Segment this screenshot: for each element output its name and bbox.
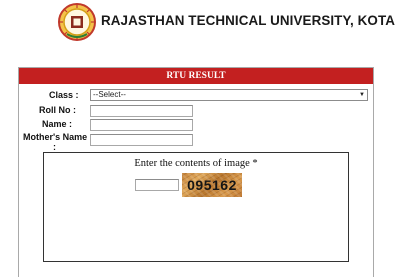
form-title: RTU RESULT [19,68,373,84]
captcha-image: 095162 [182,173,242,197]
university-title: RAJASTHAN TECHNICAL UNIVERSITY, KOTA [101,13,395,28]
captcha-image-text: 095162 [187,177,237,193]
class-label: Class : [49,90,79,100]
roll-no-label: Roll No : [39,105,76,115]
captcha-input[interactable] [135,179,179,191]
class-select-value: --Select-- [93,90,126,99]
mothers-name-input[interactable] [90,134,193,146]
name-input[interactable] [90,119,193,131]
name-label: Name : [42,119,73,129]
rtu-result-form: RTU RESULT Class : --Select-- ▼ Roll No … [18,67,374,277]
university-emblem-icon [57,2,97,42]
captcha-section: Enter the contents of image * 095162 [43,152,349,262]
captcha-prompt: Enter the contents of image * [134,158,258,169]
dropdown-arrow-icon[interactable]: ▼ [358,91,366,99]
roll-no-input[interactable] [90,105,193,117]
class-select[interactable]: --Select-- ▼ [90,89,368,101]
